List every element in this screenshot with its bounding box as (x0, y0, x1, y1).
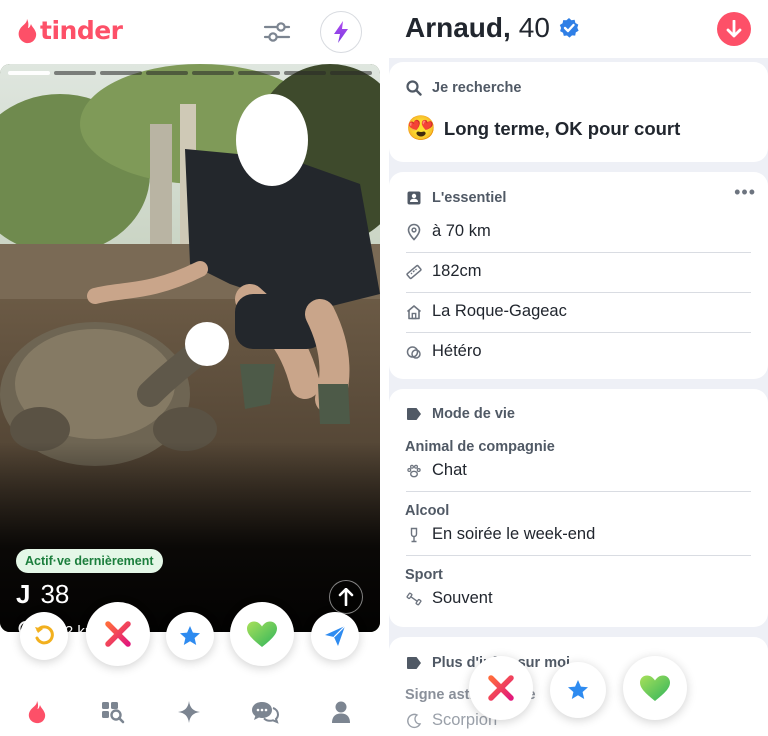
essentials-more-button[interactable]: ••• (734, 182, 756, 203)
profile-name-row: Arnaud, 40 (405, 12, 580, 44)
pets-value: Chat (432, 461, 467, 479)
star-icon (180, 626, 200, 645)
photo-indicator[interactable] (54, 71, 96, 75)
profile-age: 40 (518, 12, 550, 43)
sport-row: Souvent (406, 589, 751, 608)
boost-button[interactable] (320, 11, 362, 53)
heart-icon (247, 621, 277, 647)
recently-active-badge: Actif·ve dernièrement (16, 549, 163, 573)
essential-distance: à 70 km (432, 222, 491, 240)
close-profile-button[interactable] (717, 12, 751, 46)
profile-icon (332, 701, 350, 723)
logo-text: tinder (40, 16, 123, 45)
essential-orientation: Hétéro (432, 342, 482, 360)
nope-button[interactable] (86, 602, 150, 666)
essential-item: La Roque-Gageac (406, 302, 751, 321)
sliders-icon (263, 22, 291, 42)
profile-swipe-actions (389, 652, 768, 736)
essential-hometown: La Roque-Gageac (432, 302, 567, 320)
looking-for-value: Long terme, OK pour court (443, 117, 681, 139)
essentials-title: L'essentiel (432, 190, 507, 206)
send-button[interactable] (311, 612, 359, 660)
bottom-navbar (0, 686, 380, 736)
pets-label: Animal de compagnie (405, 439, 555, 455)
rewind-button[interactable] (20, 612, 68, 660)
arrow-down-icon (726, 20, 742, 38)
super-like-button[interactable] (550, 662, 606, 718)
essential-height: 182cm (432, 262, 482, 280)
photo-indicator[interactable] (146, 71, 188, 75)
looking-for-section: Je recherche 😍 Long terme, OK pour court (389, 62, 768, 162)
heart-icon (640, 675, 670, 701)
tag-icon (407, 408, 421, 420)
photo-indicator[interactable] (284, 71, 326, 75)
glass-icon (410, 527, 418, 542)
photo-indicator[interactable] (238, 71, 280, 75)
filter-button[interactable] (262, 18, 292, 46)
essential-item: Hétéro (406, 342, 751, 361)
like-button[interactable] (230, 602, 294, 666)
explore-icon (102, 702, 125, 724)
nav-gold[interactable] (174, 698, 204, 726)
lifestyle-title-row: Mode de vie (406, 406, 515, 422)
ruler-icon (406, 264, 422, 279)
profile-name: Arnaud, (405, 12, 511, 43)
search-icon (406, 80, 422, 96)
flame-icon (28, 701, 46, 724)
alcohol-value: En soirée le week-end (432, 525, 596, 543)
photo-indicator[interactable] (192, 71, 234, 75)
looking-for-value-row: 😍 Long terme, OK pour court (406, 114, 751, 143)
profile-header: Arnaud, 40 (389, 0, 768, 58)
rewind-icon (35, 625, 54, 645)
essentials-title-row: L'essentiel (406, 190, 506, 206)
flame-logo-icon (18, 18, 37, 43)
x-icon (105, 621, 131, 647)
id-card-icon (407, 191, 421, 205)
nav-swipe[interactable] (22, 698, 52, 726)
verified-badge-icon (559, 18, 579, 38)
profile-detail-screen: Arnaud, 40 Je recherche 😍 Long terme, OK… (389, 0, 768, 736)
nope-button[interactable] (469, 656, 533, 720)
dumbbell-icon (406, 592, 422, 605)
looking-for-title-row: Je recherche (406, 80, 521, 96)
sport-value: Souvent (432, 589, 493, 607)
lifestyle-section: Mode de vie Animal de compagnie Chat Alc… (389, 389, 768, 627)
photo-indicator[interactable] (330, 71, 372, 75)
top-bar: tinder (0, 0, 380, 62)
photo-indicator[interactable] (8, 71, 50, 75)
photo-indicator[interactable] (100, 71, 142, 75)
essential-item: à 70 km (406, 222, 751, 241)
lightning-bolt-icon (334, 21, 348, 43)
essential-item: 182cm (406, 262, 751, 281)
alcohol-label: Alcool (405, 503, 450, 519)
home-icon (406, 304, 422, 319)
heart-eyes-emoji-icon: 😍 (406, 115, 436, 142)
photo-progress-bar (8, 71, 372, 75)
sparkle-icon (178, 701, 200, 723)
sport-label: Sport (405, 567, 443, 583)
tinder-logo: tinder (16, 16, 123, 45)
chat-icon (252, 702, 279, 724)
location-pin-icon (407, 223, 421, 241)
x-icon (488, 675, 514, 701)
essentials-section: L'essentiel ••• à 70 km 182cm La Roque-G… (389, 172, 768, 379)
nav-profile[interactable] (326, 698, 356, 726)
star-icon (568, 680, 588, 699)
orientation-icon (406, 345, 421, 359)
like-button[interactable] (623, 656, 687, 720)
paper-plane-icon (325, 625, 346, 646)
lifestyle-title: Mode de vie (432, 406, 515, 422)
nav-explore[interactable] (98, 698, 128, 726)
alcohol-row: En soirée le week-end (406, 525, 751, 544)
profile-card[interactable]: Actif·ve dernièrement J 38 à 12 km (0, 64, 380, 632)
super-like-button[interactable] (166, 612, 214, 660)
swipe-screen: tinder Actif·ve dernièrement J 38 à 12 k… (0, 0, 380, 736)
pets-row: Chat (406, 461, 751, 480)
looking-for-title: Je recherche (432, 80, 522, 96)
swipe-actions (0, 600, 380, 666)
paw-icon (407, 464, 421, 477)
nav-messages[interactable] (250, 698, 280, 726)
